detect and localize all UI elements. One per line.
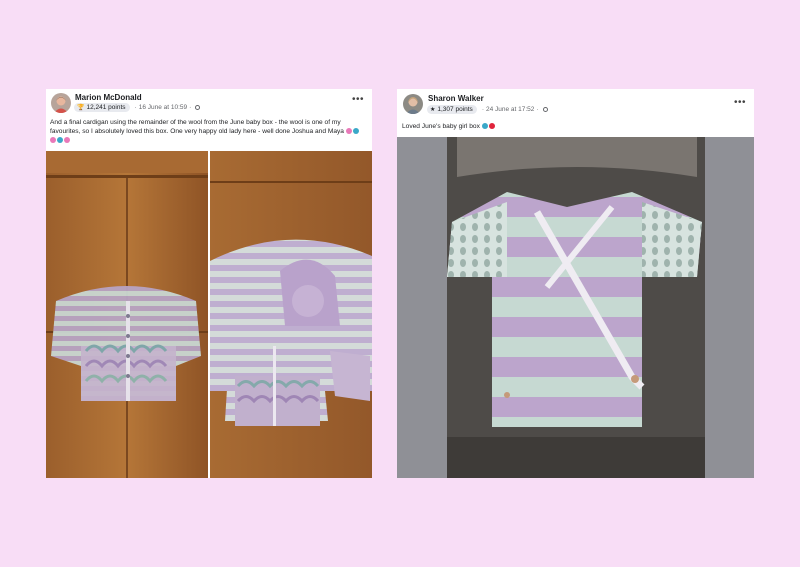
points-badge: ★ 1,307 points: [427, 105, 477, 114]
post-text-body: Loved June's baby girl box: [402, 123, 480, 130]
post-card-sharon: Sharon Walker ★ 1,307 points · 24 June a…: [397, 89, 754, 478]
globe-icon: [195, 105, 201, 110]
points-badge: 🏆 12,241 points: [74, 103, 130, 112]
trophy-icon: 🏆: [77, 104, 85, 111]
pink-heart-icon: [345, 128, 352, 135]
blue-circle-icon: [57, 137, 63, 144]
post-meta: 🏆 12,241 points · 16 June at 10:59 ·: [74, 103, 201, 112]
separator-dot: ·: [536, 106, 539, 113]
post-meta: ★ 1,307 points · 24 June at 17:52 ·: [427, 105, 548, 114]
blue-circle-icon: [352, 128, 359, 135]
photo-cardigan-on-floor[interactable]: [46, 151, 208, 478]
separator-dot: ·: [189, 104, 192, 111]
star-icon: ★: [430, 106, 436, 113]
post-card-marion: Marion McDonald 🏆 12,241 points · 16 Jun…: [46, 89, 372, 478]
post-text-body: And a final cardigan using the remainder…: [50, 119, 344, 136]
pink-heart-icon: [50, 137, 56, 144]
timestamp[interactable]: 24 June at 17:52: [486, 106, 534, 113]
avatar[interactable]: [51, 93, 71, 113]
points-value: 1,307 points: [437, 106, 473, 113]
author-name[interactable]: Marion McDonald: [75, 93, 142, 102]
separator-dot: ·: [481, 106, 484, 113]
author-name[interactable]: Sharon Walker: [428, 94, 484, 103]
post-text: And a final cardigan using the remainder…: [50, 118, 366, 146]
photo-cardigan-set[interactable]: [210, 151, 372, 478]
separator-dot: ·: [134, 104, 137, 111]
blue-circle-icon: [481, 123, 488, 129]
emoji-row: [481, 123, 496, 130]
post-text: Loved June's baby girl box: [402, 122, 748, 131]
red-heart-icon: [488, 123, 495, 129]
timestamp[interactable]: 16 June at 10:59: [139, 104, 187, 111]
points-value: 12,241 points: [86, 104, 126, 111]
pink-heart-icon: [64, 137, 70, 144]
post-header: Sharon Walker ★ 1,307 points · 24 June a…: [397, 89, 754, 117]
globe-icon: [542, 107, 548, 112]
photo-wrap-cardigan[interactable]: [397, 137, 754, 478]
more-options-icon[interactable]: •••: [352, 94, 364, 105]
more-options-icon[interactable]: •••: [734, 97, 746, 108]
avatar[interactable]: [403, 94, 423, 114]
post-header: Marion McDonald 🏆 12,241 points · 16 Jun…: [46, 89, 372, 117]
